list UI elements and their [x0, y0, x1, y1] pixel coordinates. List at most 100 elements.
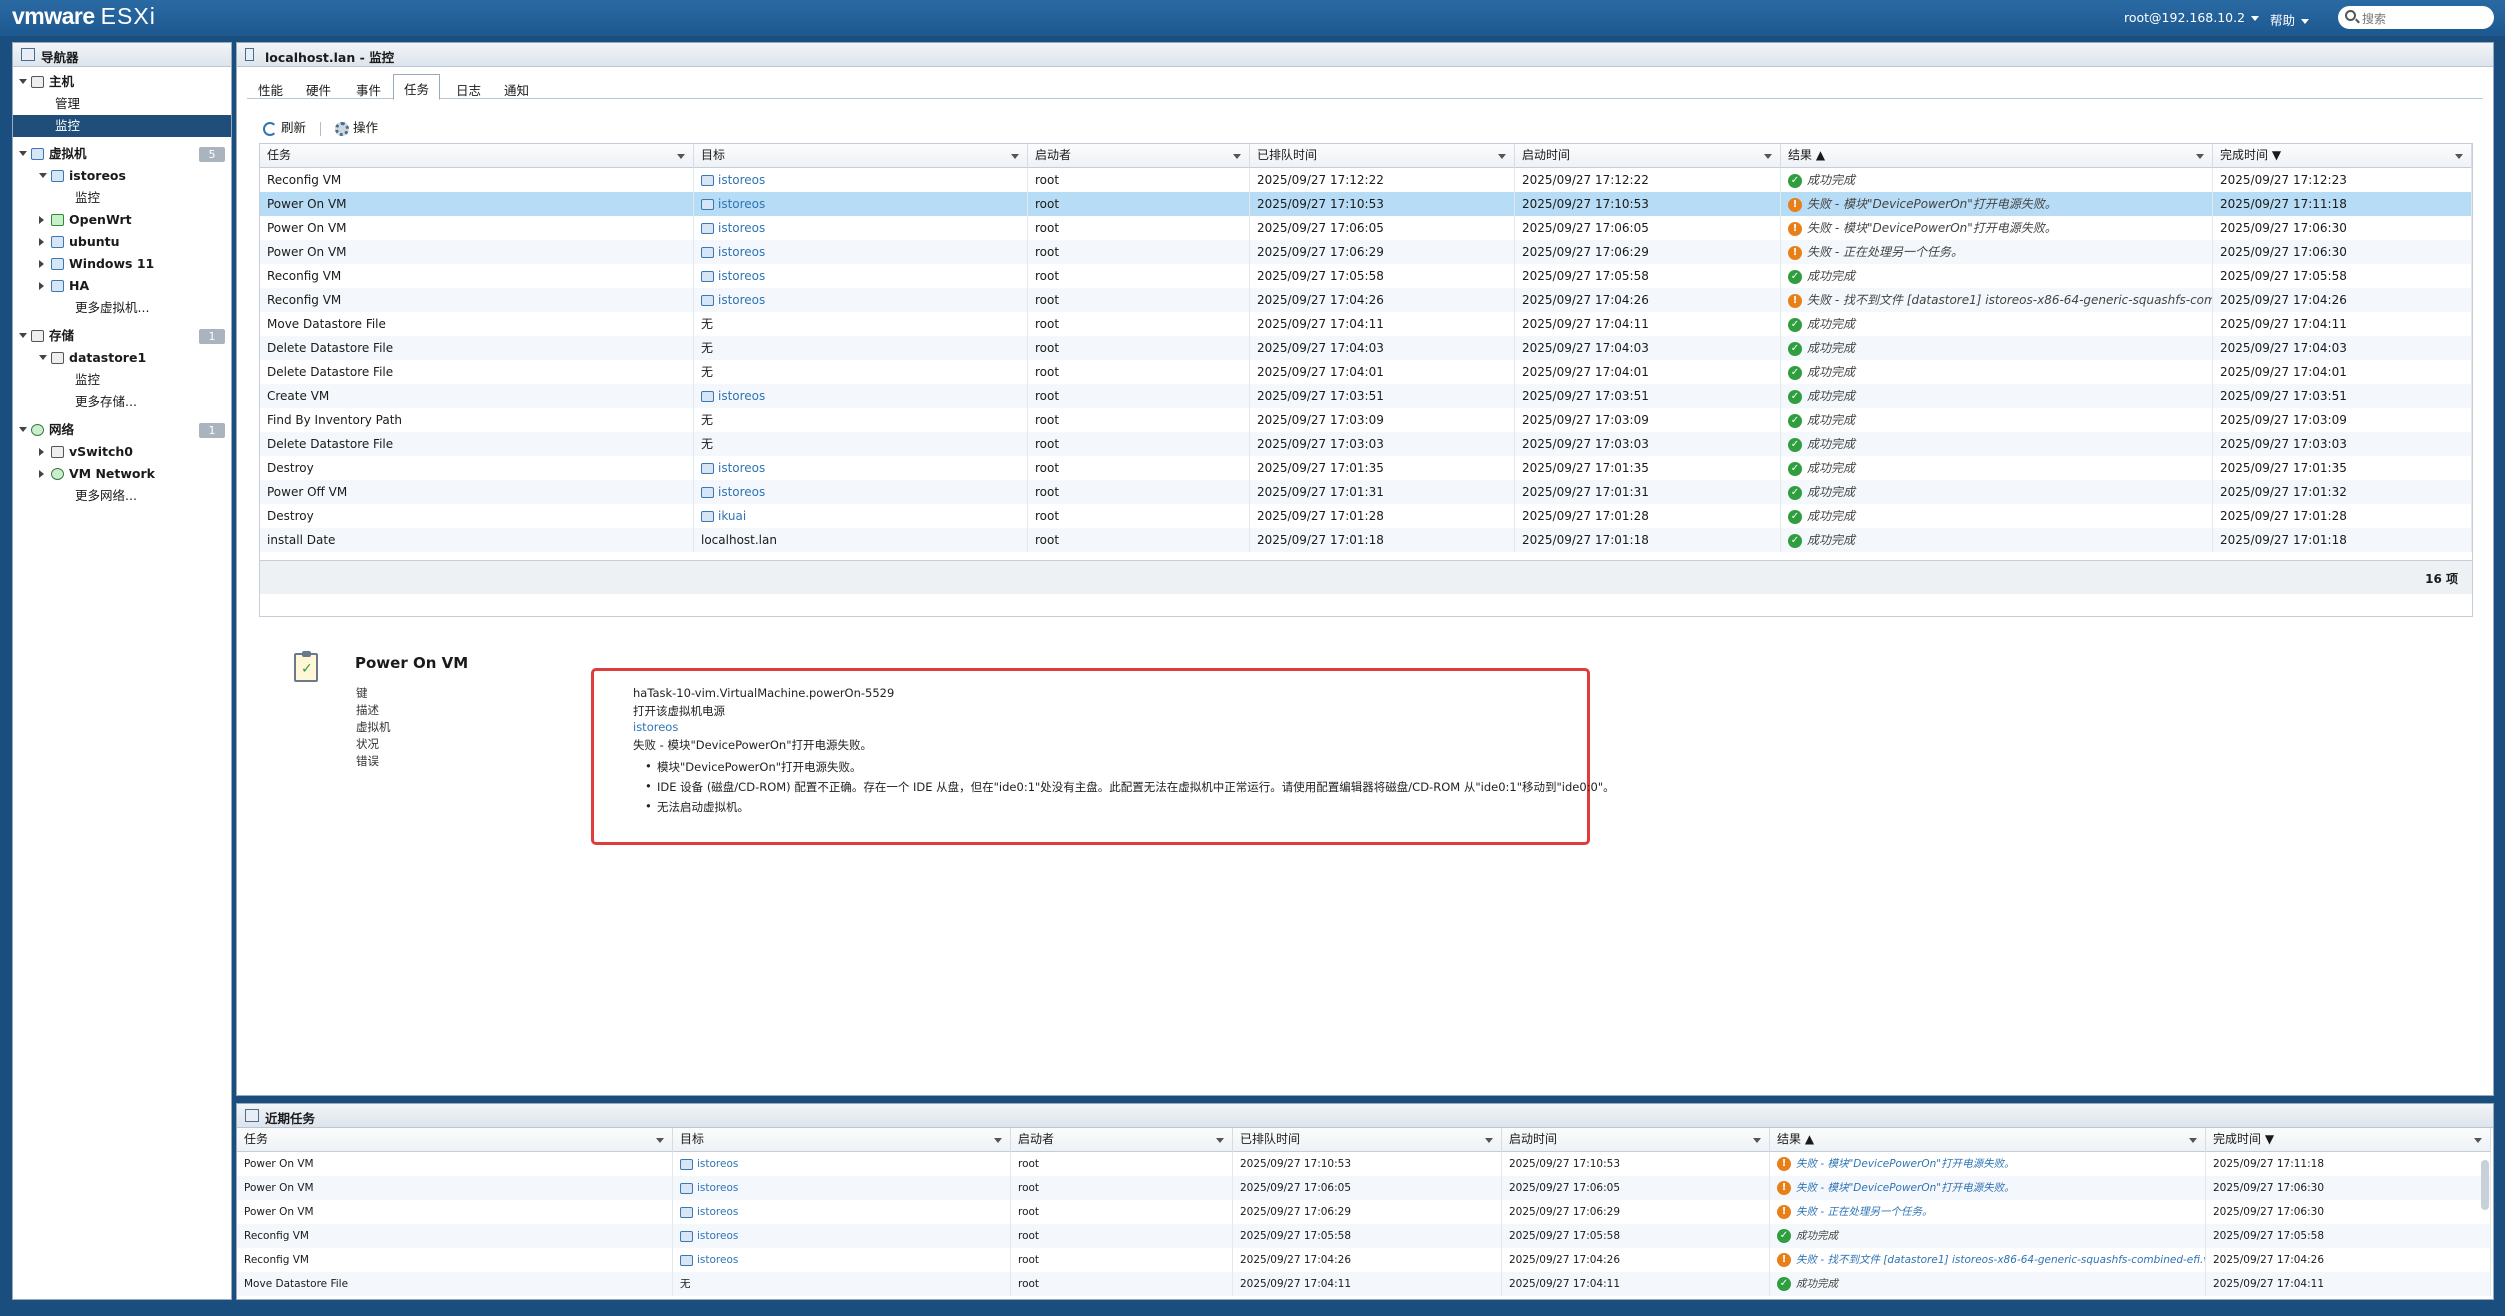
- expand-right-icon[interactable]: [39, 260, 44, 268]
- column-header[interactable]: 结果 ▲: [1770, 1128, 2206, 1152]
- table-row[interactable]: Power Off VM istoreos root 2025/09/27 17:01…: [260, 480, 2472, 504]
- target-link[interactable]: istoreos: [718, 245, 765, 259]
- target-link[interactable]: istoreos: [697, 1230, 738, 1242]
- target-link[interactable]: ikuai: [718, 509, 746, 523]
- chevron-down-icon[interactable]: [1764, 154, 1772, 159]
- chevron-down-icon[interactable]: [994, 1138, 1002, 1143]
- table-row[interactable]: Power On VM istoreos root 2025/09/27 17:10:…: [260, 192, 2472, 216]
- tab-0[interactable]: 性能: [247, 75, 294, 99]
- help-menu[interactable]: 帮助: [2270, 10, 2310, 29]
- task-vm-link[interactable]: istoreos: [633, 720, 678, 734]
- chevron-down-icon[interactable]: [2189, 1138, 2197, 1143]
- column-header[interactable]: 目标: [694, 144, 1028, 168]
- table-row[interactable]: Reconfig VM istoreos root 2025/09/27 17:05:…: [237, 1224, 2491, 1248]
- column-header[interactable]: 启动者: [1011, 1128, 1233, 1152]
- table-row[interactable]: Power On VM istoreos root 2025/09/27 17:06:…: [260, 240, 2472, 264]
- sidebar-item-more-storage[interactable]: 更多存储...: [13, 391, 231, 413]
- chevron-down-icon[interactable]: [656, 1138, 664, 1143]
- chevron-down-icon[interactable]: [1233, 154, 1241, 159]
- table-row[interactable]: Destroy istoreos root 2025/09/27 17:01:35 20…: [260, 456, 2472, 480]
- tab-3[interactable]: 任务: [393, 74, 441, 100]
- expand-right-icon[interactable]: [39, 238, 44, 246]
- table-row[interactable]: install Date localhost.lan root 2025/09/27 …: [260, 528, 2472, 552]
- target-link[interactable]: istoreos: [697, 1254, 738, 1266]
- chevron-down-icon[interactable]: [2455, 154, 2463, 159]
- sidebar-item-vswitch0[interactable]: vSwitch0: [13, 441, 231, 463]
- tab-5[interactable]: 通知: [493, 75, 540, 99]
- sidebar-item-host[interactable]: 主机: [13, 71, 231, 93]
- expand-down-icon[interactable]: [19, 427, 27, 432]
- column-header[interactable]: 结果 ▲: [1781, 144, 2213, 168]
- table-row[interactable]: Move Datastore File 无 root 2025/09/27 17:04…: [237, 1272, 2491, 1296]
- target-link[interactable]: istoreos: [697, 1182, 738, 1194]
- tab-4[interactable]: 日志: [445, 75, 492, 99]
- expand-down-icon[interactable]: [19, 333, 27, 338]
- sidebar-item-openwrt[interactable]: OpenWrt: [13, 209, 231, 231]
- table-row[interactable]: Reconfig VM istoreos root 2025/09/27 17:04:…: [260, 288, 2472, 312]
- expand-right-icon[interactable]: [39, 470, 44, 478]
- refresh-button[interactable]: 刷新: [263, 120, 306, 136]
- target-link[interactable]: istoreos: [697, 1158, 738, 1170]
- target-link[interactable]: istoreos: [718, 269, 765, 283]
- sidebar-item-ha[interactable]: HA: [13, 275, 231, 297]
- target-link[interactable]: istoreos: [718, 293, 765, 307]
- sidebar-item-datastore-monitor[interactable]: 监控: [13, 369, 231, 391]
- expand-right-icon[interactable]: [39, 448, 44, 456]
- table-row[interactable]: Find By Inventory Path 无 root 2025/09/27 17…: [260, 408, 2472, 432]
- table-row[interactable]: Reconfig VM istoreos root 2025/09/27 17:04:…: [237, 1248, 2491, 1272]
- search-input[interactable]: 搜索: [2338, 6, 2494, 29]
- column-header[interactable]: 已排队时间: [1233, 1128, 1502, 1152]
- column-header[interactable]: 完成时间 ▼: [2213, 144, 2472, 168]
- expand-down-icon[interactable]: [19, 151, 27, 156]
- target-link[interactable]: istoreos: [697, 1206, 738, 1218]
- table-row[interactable]: Delete Datastore File 无 root 2025/09/27 17:…: [260, 336, 2472, 360]
- column-header[interactable]: 启动时间: [1502, 1128, 1770, 1152]
- tab-2[interactable]: 事件: [345, 75, 392, 99]
- table-row[interactable]: Delete Datastore File 无 root 2025/09/27 17:…: [260, 432, 2472, 456]
- table-row[interactable]: Delete Datastore File 无 root 2025/09/27 17:…: [260, 360, 2472, 384]
- column-header[interactable]: 启动时间: [1515, 144, 1781, 168]
- expand-right-icon[interactable]: [39, 282, 44, 290]
- tab-1[interactable]: 硬件: [295, 75, 342, 99]
- chevron-down-icon[interactable]: [1485, 1138, 1493, 1143]
- scrollbar[interactable]: [2481, 1160, 2489, 1210]
- sidebar-item-monitor[interactable]: 监控: [13, 115, 231, 137]
- chevron-down-icon[interactable]: [1011, 154, 1019, 159]
- target-link[interactable]: istoreos: [718, 197, 765, 211]
- column-header[interactable]: 启动者: [1028, 144, 1250, 168]
- column-header[interactable]: 任务: [237, 1128, 673, 1152]
- chevron-down-icon[interactable]: [2474, 1138, 2482, 1143]
- target-link[interactable]: istoreos: [718, 485, 765, 499]
- sidebar-item-ubuntu[interactable]: ubuntu: [13, 231, 231, 253]
- sidebar-item-vm-network[interactable]: VM Network: [13, 463, 231, 485]
- table-row[interactable]: Destroy ikuai root 2025/09/27 17:01:28 2025/…: [260, 504, 2472, 528]
- column-header[interactable]: 目标: [673, 1128, 1011, 1152]
- sidebar-item-storage[interactable]: 存储 1: [13, 325, 231, 347]
- sidebar-item-datastore1[interactable]: datastore1: [13, 347, 231, 369]
- table-row[interactable]: Power On VM istoreos root 2025/09/27 17:06:…: [237, 1176, 2491, 1200]
- sidebar-item-istoreos[interactable]: istoreos: [13, 165, 231, 187]
- column-header[interactable]: 任务: [260, 144, 694, 168]
- target-link[interactable]: istoreos: [718, 461, 765, 475]
- chevron-down-icon[interactable]: [677, 154, 685, 159]
- table-row[interactable]: Reconfig VM istoreos root 2025/09/27 17:12:…: [260, 168, 2472, 192]
- table-row[interactable]: Power On VM istoreos root 2025/09/27 17:10:…: [237, 1152, 2491, 1176]
- sidebar-item-istoreos-monitor[interactable]: 监控: [13, 187, 231, 209]
- sidebar-item-manage[interactable]: 管理: [13, 93, 231, 115]
- table-row[interactable]: Move Datastore File 无 root 2025/09/27 17:04…: [260, 312, 2472, 336]
- user-menu[interactable]: root@192.168.10.2: [2124, 10, 2260, 25]
- expand-down-icon[interactable]: [39, 173, 47, 178]
- sidebar-item-more-vms[interactable]: 更多虚拟机...: [13, 297, 231, 319]
- chevron-down-icon[interactable]: [1498, 154, 1506, 159]
- sidebar-item-more-networks[interactable]: 更多网络...: [13, 485, 231, 507]
- sidebar-item-windows11[interactable]: Windows 11: [13, 253, 231, 275]
- sidebar-item-vms[interactable]: 虚拟机 5: [13, 143, 231, 165]
- chevron-down-icon[interactable]: [1753, 1138, 1761, 1143]
- table-row[interactable]: Create VM istoreos root 2025/09/27 17:03:51…: [260, 384, 2472, 408]
- target-link[interactable]: istoreos: [718, 389, 765, 403]
- target-link[interactable]: istoreos: [718, 221, 765, 235]
- actions-button[interactable]: 操作: [334, 120, 378, 136]
- expand-down-icon[interactable]: [39, 355, 47, 360]
- column-header[interactable]: 完成时间 ▼: [2206, 1128, 2491, 1152]
- table-row[interactable]: Power On VM istoreos root 2025/09/27 17:06:…: [260, 216, 2472, 240]
